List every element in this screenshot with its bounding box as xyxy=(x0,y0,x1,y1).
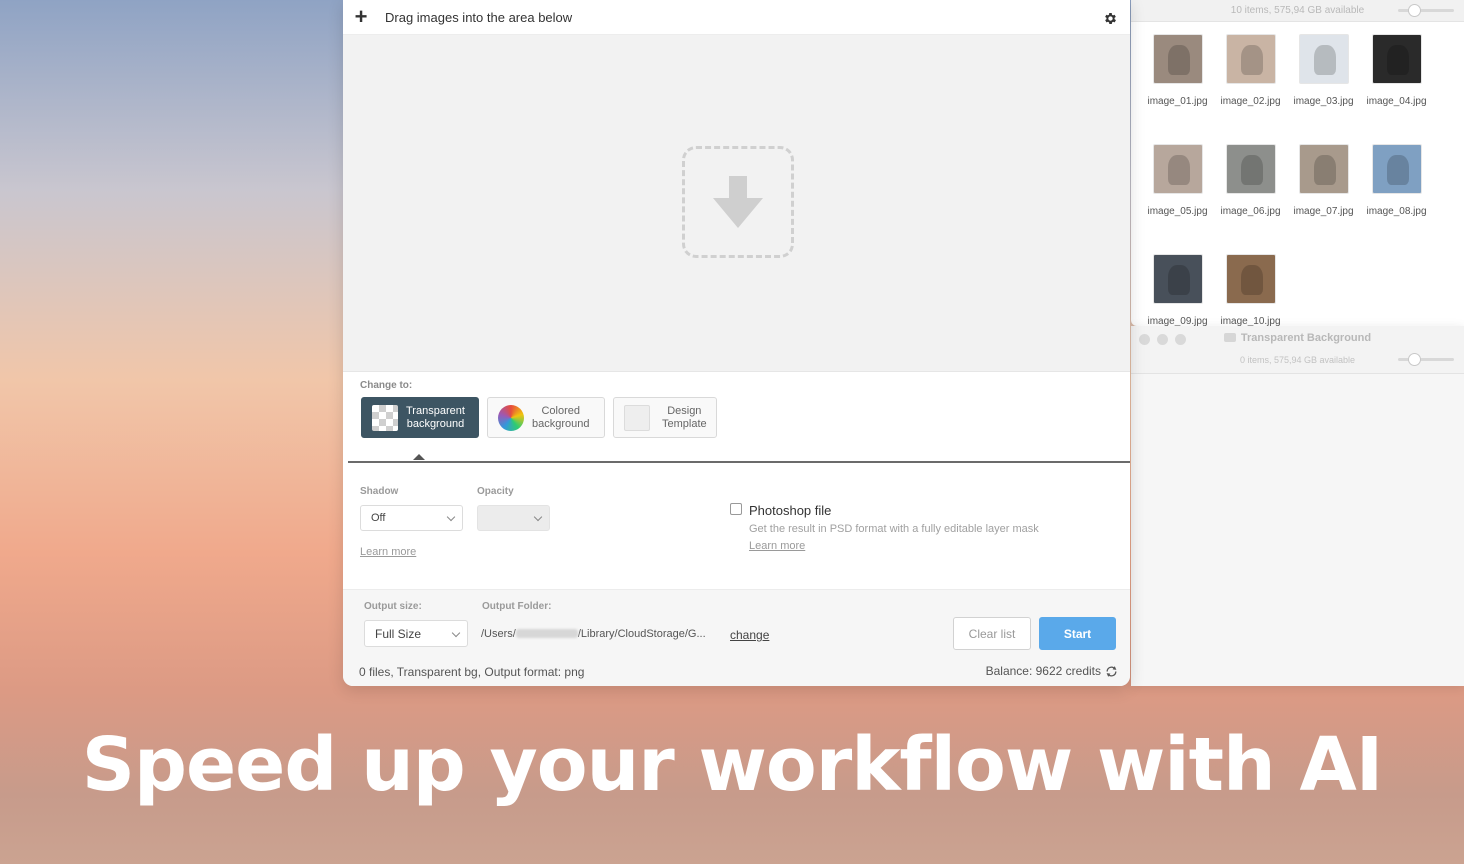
file-thumbnail[interactable] xyxy=(1371,34,1422,84)
drag-instruction: Drag images into the area below xyxy=(385,9,573,25)
clear-list-button[interactable]: Clear list xyxy=(953,617,1031,650)
template-icon xyxy=(624,404,650,431)
output-size-value: Full Size xyxy=(375,626,422,641)
shadow-learn-more-link[interactable]: Learn more xyxy=(360,546,416,558)
chevron-down-icon xyxy=(451,628,461,638)
file-name: image_02.jpg xyxy=(1220,96,1281,107)
path-prefix: /Users/ xyxy=(481,628,516,640)
file-item[interactable]: image_06.jpg xyxy=(1214,142,1287,240)
file-item[interactable]: image_01.jpg xyxy=(1141,32,1214,130)
change-folder-link[interactable]: change xyxy=(730,628,769,642)
transparent-checker-icon xyxy=(372,404,398,431)
output-folder-content xyxy=(1131,374,1464,686)
transparent-background-label: Transparent background xyxy=(406,405,465,431)
file-thumbnail[interactable] xyxy=(1298,34,1349,84)
balance-text: Balance: 9622 credits xyxy=(985,664,1101,678)
gear-icon[interactable] xyxy=(1100,8,1120,28)
shadow-label: Shadow xyxy=(360,486,399,497)
output-size-select[interactable]: Full Size xyxy=(364,620,468,647)
file-thumbnail[interactable] xyxy=(1225,34,1276,84)
mode-label-line2: background xyxy=(532,417,590,430)
file-item[interactable]: image_05.jpg xyxy=(1141,142,1214,240)
marketing-caption: Speed up your workflow with AI xyxy=(81,722,1384,808)
file-thumbnail[interactable] xyxy=(1225,144,1276,194)
active-mode-indicator xyxy=(413,454,425,460)
path-suffix: /Library/CloudStorage/G... xyxy=(577,628,706,640)
zoom-slider-knob[interactable] xyxy=(1408,353,1421,366)
add-images-icon[interactable]: + xyxy=(343,0,379,35)
file-name: image_08.jpg xyxy=(1366,206,1427,217)
mode-label-line1: Design xyxy=(667,404,702,417)
finder-status: 10 items, 575,94 GB available xyxy=(1230,5,1365,16)
start-button[interactable]: Start xyxy=(1039,617,1116,650)
app-window: + Drag images into the area below Change… xyxy=(343,0,1130,686)
shadow-select[interactable]: Off xyxy=(360,505,463,531)
file-item[interactable]: image_08.jpg xyxy=(1360,142,1433,240)
change-to-label: Change to: xyxy=(360,380,413,391)
output-folder-path: /Users/ /Library/CloudStorage/G... xyxy=(481,628,706,640)
file-item[interactable]: image_03.jpg xyxy=(1287,32,1360,130)
options-panel: Shadow Off Opacity Learn more Photoshop … xyxy=(343,465,1130,589)
color-wheel-icon xyxy=(498,404,524,431)
chevron-down-icon xyxy=(446,512,456,522)
output-folder-toolbar: Transparent Background 0 items, 575,94 G… xyxy=(1131,326,1464,374)
file-thumbnail[interactable] xyxy=(1298,144,1349,194)
colored-background-button[interactable]: Colored background xyxy=(487,397,605,438)
transparent-background-button[interactable]: Transparent background xyxy=(361,397,479,438)
opacity-label: Opacity xyxy=(477,486,514,497)
design-template-label: Design Template xyxy=(662,405,707,431)
psd-learn-more-link[interactable]: Learn more xyxy=(749,540,805,552)
colored-background-label: Colored background xyxy=(532,405,590,431)
file-thumbnail[interactable] xyxy=(1152,254,1203,304)
finder-window: 10 items, 575,94 GB available image_01.j… xyxy=(1131,0,1464,327)
output-folder-title: Transparent Background xyxy=(1131,332,1464,344)
file-name: image_03.jpg xyxy=(1293,96,1354,107)
finder-toolbar: 10 items, 575,94 GB available xyxy=(1131,0,1464,22)
file-thumbnail[interactable] xyxy=(1152,144,1203,194)
shadow-select-value: Off xyxy=(371,512,386,524)
folder-icon xyxy=(1223,333,1236,342)
mode-label-line1: Colored xyxy=(541,404,581,417)
zoom-slider[interactable] xyxy=(1398,353,1454,366)
mode-label-line2: background xyxy=(406,417,465,430)
output-size-label: Output size: xyxy=(364,601,422,612)
output-folder-window: Transparent Background 0 items, 575,94 G… xyxy=(1131,326,1464,686)
file-name: image_07.jpg xyxy=(1293,206,1354,217)
file-item[interactable]: image_07.jpg xyxy=(1287,142,1360,240)
opacity-select[interactable] xyxy=(477,505,550,531)
photoshop-file-description: Get the result in PSD format with a full… xyxy=(749,523,1039,535)
output-folder-label: Output Folder: xyxy=(482,601,552,612)
file-name: image_04.jpg xyxy=(1366,96,1427,107)
download-arrow-icon xyxy=(713,176,763,228)
file-name: image_01.jpg xyxy=(1147,96,1208,107)
file-thumbnail[interactable] xyxy=(1225,254,1276,304)
mode-label-line1: Transparent xyxy=(406,404,465,417)
mode-label-line2: Template xyxy=(662,417,707,430)
drop-area[interactable] xyxy=(343,35,1130,372)
panel-divider xyxy=(348,461,1130,463)
balance-area: Balance: 9622 credits xyxy=(986,664,1118,678)
output-folder-title-text: Transparent Background xyxy=(1240,332,1372,344)
photoshop-file-checkbox[interactable] xyxy=(730,503,742,515)
refresh-icon[interactable] xyxy=(1105,665,1118,678)
file-thumbnail[interactable] xyxy=(1371,144,1422,194)
file-item[interactable]: image_02.jpg xyxy=(1214,32,1287,130)
redacted-username xyxy=(515,629,578,638)
status-summary: 0 files, Transparent bg, Output format: … xyxy=(359,665,585,679)
file-item[interactable]: image_04.jpg xyxy=(1360,32,1433,130)
thumbnail-grid: image_01.jpg image_02.jpg image_03.jpg i… xyxy=(1141,32,1433,350)
zoom-slider[interactable] xyxy=(1398,4,1454,17)
file-name: image_06.jpg xyxy=(1220,206,1281,217)
file-thumbnail[interactable] xyxy=(1152,34,1203,84)
drop-target[interactable] xyxy=(682,146,794,258)
design-template-button[interactable]: Design Template xyxy=(613,397,717,438)
file-name: image_05.jpg xyxy=(1147,206,1208,217)
zoom-slider-knob[interactable] xyxy=(1408,4,1421,17)
app-header: + Drag images into the area below xyxy=(343,0,1130,35)
photoshop-file-label: Photoshop file xyxy=(749,503,832,518)
change-to-panel: Change to: Transparent background Colore… xyxy=(343,372,1130,465)
output-panel: Output size: Full Size Output Folder: /U… xyxy=(343,589,1130,686)
chevron-down-icon xyxy=(533,512,543,522)
